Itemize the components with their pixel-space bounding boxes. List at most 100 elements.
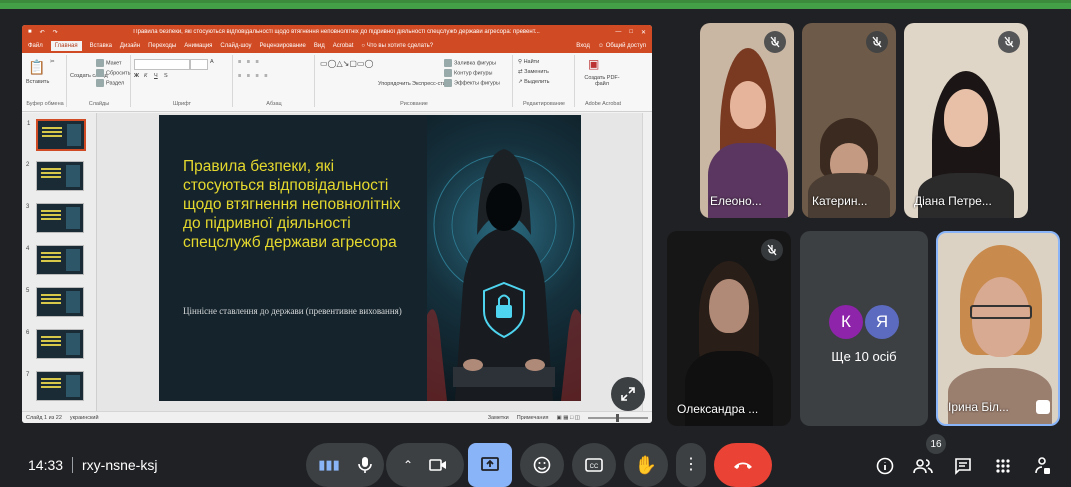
sign-in-link[interactable]: Вход <box>576 43 590 49</box>
grow-font-button[interactable]: A <box>210 59 214 65</box>
current-slide[interactable]: Правила безпеки, які стосуються відповід… <box>159 115 581 401</box>
chevron-up-icon[interactable]: ⌃ <box>403 458 413 472</box>
slide-thumbnail[interactable]: 7 <box>26 371 84 401</box>
shape-effects-button[interactable]: Эффекты фигуры <box>444 79 500 87</box>
vertical-scrollbar[interactable] <box>642 113 652 411</box>
italic-button[interactable]: К <box>144 73 147 79</box>
comments-button[interactable]: Примечания <box>517 415 549 421</box>
reset-button[interactable]: Сбросить <box>96 69 130 77</box>
participant-name: Діана Петре... <box>914 194 992 208</box>
save-icon[interactable]: ■ <box>28 29 32 35</box>
group-label-clipboard: Буфер обмена <box>26 101 64 107</box>
editing-group: ⚲ Найти ⇄ Заменить ↗ Выделить Редактиров… <box>514 55 575 107</box>
pin-tile-icon[interactable] <box>1036 400 1050 414</box>
ppt-ribbon-tabs: Файл Главная Вставка Дизайн Переходы Ани… <box>22 39 652 53</box>
slide-thumbnail[interactable]: 6 <box>26 329 84 359</box>
tab-file[interactable]: Файл <box>28 43 43 49</box>
raise-hand-button[interactable]: ✋ <box>624 443 668 487</box>
shape-fill-button[interactable]: Заливка фигуры <box>444 59 496 67</box>
select-label: Выделить <box>524 79 550 85</box>
tab-review[interactable]: Рецензирование <box>260 43 306 49</box>
tab-acrobat[interactable]: Acrobat <box>333 43 354 49</box>
undo-icon[interactable]: ↶ <box>40 29 45 36</box>
zoom-slider[interactable] <box>588 413 648 422</box>
section-button[interactable]: Раздел <box>96 79 124 87</box>
font-size-select[interactable] <box>190 59 208 70</box>
present-screen-button[interactable] <box>468 443 512 487</box>
slides-group: Создать слайд Макет Сбросить Раздел Слай… <box>68 55 131 107</box>
language-indicator[interactable]: украинский <box>70 415 99 421</box>
participant-tile[interactable]: Елеоно... <box>700 23 794 218</box>
find-button[interactable]: ⚲ Найти <box>518 59 539 65</box>
fill-icon <box>444 59 452 67</box>
people-icon <box>913 459 933 474</box>
expand-screen-button[interactable] <box>611 377 645 411</box>
replace-button[interactable]: ⇄ Заменить <box>518 69 549 75</box>
more-participants-tile[interactable]: К Я Ще 10 осіб <box>800 231 928 426</box>
microphone-icon[interactable] <box>357 456 372 474</box>
tab-insert[interactable]: Вставка <box>90 43 112 49</box>
lightbulb-icon: ○ <box>361 43 366 49</box>
share-button[interactable]: ☺ Общий доступ <box>598 43 646 49</box>
meet-window: ■ ↶ ↷ Правила безпеки, які стосуються ві… <box>0 0 1071 487</box>
paste-icon[interactable]: 📋 <box>28 59 45 76</box>
participant-tile-speaking[interactable]: Ірина Біл... <box>936 231 1060 426</box>
tab-animations[interactable]: Анимация <box>184 43 212 49</box>
more-options-button[interactable]: ⋮ <box>676 443 706 487</box>
underline-button[interactable]: Ч <box>154 73 158 79</box>
shape-outline-button[interactable]: Контур фигуры <box>444 69 492 77</box>
shared-screen[interactable]: ■ ↶ ↷ Правила безпеки, які стосуються ві… <box>22 25 652 423</box>
ppt-status-bar: Слайд 1 из 22 украинский Заметки Примеча… <box>22 411 652 423</box>
avatar: Я <box>865 305 899 339</box>
tab-view[interactable]: Вид <box>314 43 325 49</box>
participant-tile[interactable]: Олександра ... <box>667 231 791 426</box>
layout-button[interactable]: Макет <box>96 59 122 67</box>
reactions-button[interactable] <box>520 443 564 487</box>
participant-face <box>709 279 749 333</box>
slide-counter: Слайд 1 из 22 <box>26 414 62 421</box>
slide-thumbnail[interactable]: 5 <box>26 287 84 317</box>
cut-icon[interactable]: ✂ <box>50 59 55 65</box>
font-name-select[interactable] <box>134 59 190 70</box>
bold-button[interactable]: Ж <box>134 73 139 79</box>
paste-button[interactable]: Вставить <box>26 79 49 85</box>
participant-tile[interactable]: Катерин... <box>802 23 896 218</box>
pdf-icon[interactable]: ▣ <box>588 57 599 71</box>
captions-button[interactable]: CC <box>572 443 616 487</box>
activities-button[interactable] <box>990 453 1016 479</box>
close-icon[interactable]: ✕ <box>641 29 646 36</box>
slide-thumbnail[interactable]: 4 <box>26 245 84 275</box>
view-buttons[interactable]: ▣ ▦ □ ◫ <box>557 415 581 421</box>
meeting-info-button[interactable] <box>872 453 898 479</box>
layout-label: Макет <box>106 60 122 67</box>
list-icons[interactable]: ≡ ≡ ≡ <box>238 59 261 65</box>
tell-me-box[interactable]: ○ Что вы хотите сделать? <box>361 43 433 49</box>
minimize-icon[interactable]: — <box>615 29 621 35</box>
create-pdf-button[interactable]: Создать PDF-файл <box>582 75 622 87</box>
strikethrough-button[interactable]: S <box>164 73 168 79</box>
align-icons[interactable]: ≡ ≡ ≡ ≡ <box>238 73 269 79</box>
notes-button[interactable]: Заметки <box>488 415 509 421</box>
maximize-icon[interactable]: □ <box>629 29 633 35</box>
shapes-gallery[interactable]: ▭◯△↘▢▭◯ <box>320 59 373 68</box>
tab-transitions[interactable]: Переходы <box>148 43 176 49</box>
slide-thumbnail[interactable]: 3 <box>26 203 84 233</box>
select-button[interactable]: ↗ Выделить <box>518 79 550 85</box>
redo-icon[interactable]: ↷ <box>53 29 58 36</box>
tab-slideshow[interactable]: Слайд-шоу <box>220 43 251 49</box>
leave-call-button[interactable] <box>714 443 772 487</box>
camera-icon[interactable] <box>429 458 447 472</box>
drawing-group: ▭◯△↘▢▭◯ Упорядочить Экспресс-стили Залив… <box>316 55 513 107</box>
arrange-button[interactable]: Упорядочить <box>378 81 411 87</box>
tab-home[interactable]: Главная <box>50 41 82 51</box>
people-button[interactable] <box>910 453 936 479</box>
slide-thumbnail[interactable]: 1 <box>27 119 86 151</box>
host-controls-button[interactable] <box>1030 453 1056 479</box>
meeting-code[interactable]: rxy-nsne-ksj <box>82 457 157 473</box>
emoji-icon <box>533 456 551 474</box>
slide-thumbnail[interactable]: 2 <box>26 161 84 191</box>
participant-tile[interactable]: Діана Петре... <box>904 23 1028 218</box>
chat-button[interactable] <box>950 453 976 479</box>
tab-design[interactable]: Дизайн <box>120 43 140 49</box>
lock-person-icon <box>1035 457 1050 474</box>
